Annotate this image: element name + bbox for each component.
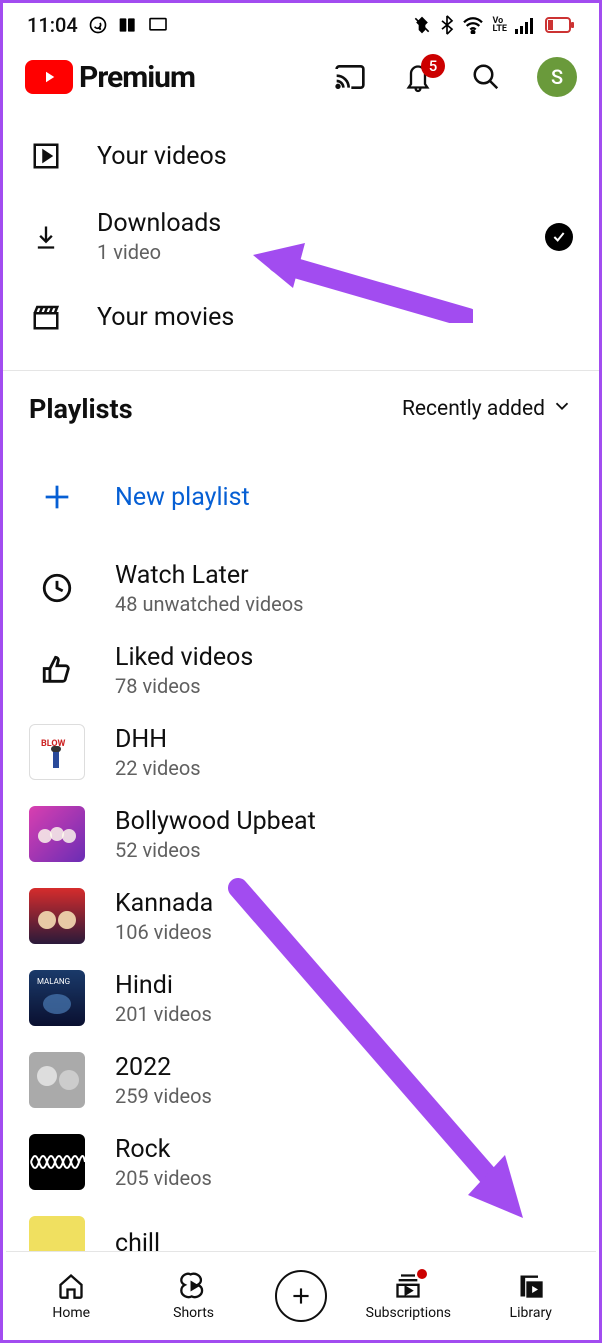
- playlist-liked-videos[interactable]: Liked videos 78 videos: [3, 629, 599, 711]
- library-icon: [516, 1271, 546, 1301]
- playlist-title: Watch Later: [115, 561, 303, 590]
- playlists-sort-button[interactable]: Recently added: [402, 395, 573, 423]
- brand-text: Premium: [79, 60, 195, 95]
- nav-home[interactable]: Home: [21, 1271, 121, 1321]
- bluetooth-icon: [440, 15, 454, 35]
- playlist-sub: 201 videos: [115, 1002, 212, 1026]
- playlist-title: Hindi: [115, 971, 212, 1000]
- nav-label: Home: [52, 1305, 90, 1321]
- playlists-title: Playlists: [29, 393, 133, 425]
- nav-create[interactable]: [266, 1270, 336, 1322]
- playlist-title: Bollywood Upbeat: [115, 807, 316, 836]
- shorts-icon: [179, 1271, 209, 1301]
- thumbs-up-icon: [29, 642, 85, 698]
- playlist-thumbnail: [29, 888, 85, 944]
- cast-button[interactable]: [333, 60, 367, 94]
- sort-label: Recently added: [402, 397, 545, 421]
- new-playlist-button[interactable]: New playlist: [3, 447, 599, 547]
- playlist-thumbnail: BLOW: [29, 724, 85, 780]
- app-header: Premium 5 S: [3, 43, 599, 111]
- playlist-title: 2022: [115, 1053, 212, 1082]
- cast-small-icon: [148, 17, 168, 33]
- your-movies-item[interactable]: Your movies: [3, 282, 599, 352]
- signal-icon: [515, 16, 537, 34]
- wifi-icon: [462, 16, 484, 34]
- playlist-sub: 106 videos: [115, 920, 213, 944]
- clock-icon: [29, 560, 85, 616]
- playlist-sub: 78 videos: [115, 674, 253, 698]
- play-box-icon: [29, 139, 63, 173]
- youtube-play-icon: [25, 60, 73, 94]
- playlist-thumbnail: [29, 806, 85, 862]
- playlist-title: Rock: [115, 1135, 212, 1164]
- youtube-premium-logo[interactable]: Premium: [25, 60, 195, 95]
- nav-label: Library: [510, 1305, 552, 1321]
- plus-icon: [29, 469, 85, 525]
- battery-icon: [545, 17, 575, 33]
- playlist-thumbnail: MALANG: [29, 970, 85, 1026]
- nav-label: Subscriptions: [366, 1305, 451, 1321]
- playlist-watch-later[interactable]: Watch Later 48 unwatched videos: [3, 547, 599, 629]
- subscriptions-icon: [393, 1271, 423, 1301]
- playlist-item[interactable]: Kannada 106 videos: [3, 875, 599, 957]
- volte-icon: VoLTE: [492, 17, 507, 33]
- notification-badge: 5: [421, 54, 445, 78]
- your-movies-label: Your movies: [97, 303, 234, 332]
- playlist-item[interactable]: Bollywood Upbeat 52 videos: [3, 793, 599, 875]
- notification-dot: [417, 1269, 427, 1279]
- nav-subscriptions[interactable]: Subscriptions: [358, 1271, 458, 1321]
- nav-label: Shorts: [173, 1305, 214, 1321]
- playlist-sub: 52 videos: [115, 838, 316, 862]
- status-bar: 11:04 VoLTE: [3, 3, 599, 43]
- downloads-label: Downloads: [97, 209, 221, 238]
- new-playlist-label: New playlist: [115, 483, 250, 512]
- playlist-sub: 205 videos: [115, 1166, 212, 1190]
- download-icon: [29, 220, 63, 254]
- bottom-nav: Home Shorts Subscriptions Library: [6, 1251, 596, 1337]
- your-videos-label: Your videos: [97, 142, 227, 171]
- book-icon: [118, 16, 138, 34]
- playlist-item[interactable]: BLOW DHH 22 videos: [3, 711, 599, 793]
- playlist-item[interactable]: MALANG Hindi 201 videos: [3, 957, 599, 1039]
- playlist-sub: 22 videos: [115, 756, 201, 780]
- downloads-item[interactable]: Downloads 1 video: [3, 191, 599, 282]
- playlist-sub: 259 videos: [115, 1084, 212, 1108]
- playlist-title: DHH: [115, 725, 201, 754]
- chevron-down-icon: [551, 395, 573, 423]
- downloaded-check-icon: [545, 223, 573, 251]
- mute-icon: [412, 15, 432, 35]
- nav-shorts[interactable]: Shorts: [144, 1271, 244, 1321]
- notifications-button[interactable]: 5: [401, 60, 435, 94]
- status-time: 11:04: [27, 13, 78, 37]
- search-button[interactable]: [469, 60, 503, 94]
- your-videos-item[interactable]: Your videos: [3, 121, 599, 191]
- playlist-item[interactable]: 2022 259 videos: [3, 1039, 599, 1121]
- playlist-thumbnail: [29, 1134, 85, 1190]
- svg-text:MALANG: MALANG: [37, 977, 70, 986]
- clapper-icon: [29, 300, 63, 334]
- playlist-item[interactable]: Rock 205 videos: [3, 1121, 599, 1203]
- playlist-sub: 48 unwatched videos: [115, 592, 303, 616]
- downloads-sub: 1 video: [97, 240, 221, 264]
- account-avatar[interactable]: S: [537, 57, 577, 97]
- playlist-thumbnail: [29, 1052, 85, 1108]
- playlist-title: Liked videos: [115, 643, 253, 672]
- home-icon: [56, 1271, 86, 1301]
- whatsapp-icon: [88, 15, 108, 35]
- nav-library[interactable]: Library: [481, 1271, 581, 1321]
- playlist-title: Kannada: [115, 889, 213, 918]
- avatar-initial: S: [551, 65, 563, 89]
- plus-circle-icon: [275, 1270, 327, 1322]
